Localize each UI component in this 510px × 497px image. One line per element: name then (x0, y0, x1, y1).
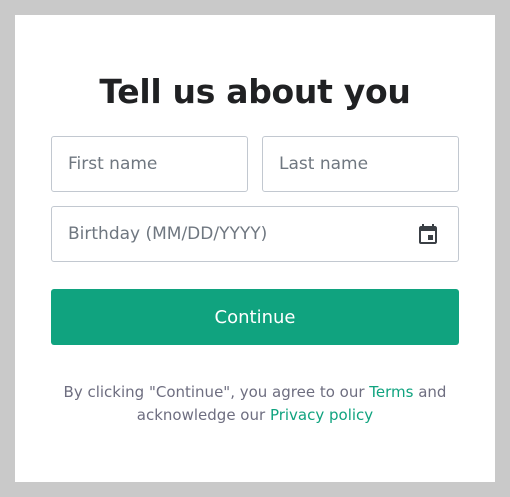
privacy-policy-link[interactable]: Privacy policy (270, 406, 373, 424)
last-name-input[interactable] (263, 137, 458, 191)
legal-text: By clicking "Continue", you agree to our… (45, 381, 465, 427)
first-name-input[interactable] (52, 137, 247, 191)
calendar-icon[interactable] (416, 222, 440, 246)
terms-link[interactable]: Terms (369, 383, 413, 401)
birthday-field[interactable] (51, 206, 459, 262)
last-name-field[interactable] (262, 136, 459, 192)
first-name-field[interactable] (51, 136, 248, 192)
page-title: Tell us about you (99, 72, 411, 111)
legal-prefix: By clicking "Continue", you agree to our (63, 383, 370, 401)
continue-button[interactable]: Continue (51, 289, 459, 345)
signup-card: Tell us about you Continue By clicking "… (15, 15, 495, 482)
birthday-input[interactable] (52, 207, 458, 261)
